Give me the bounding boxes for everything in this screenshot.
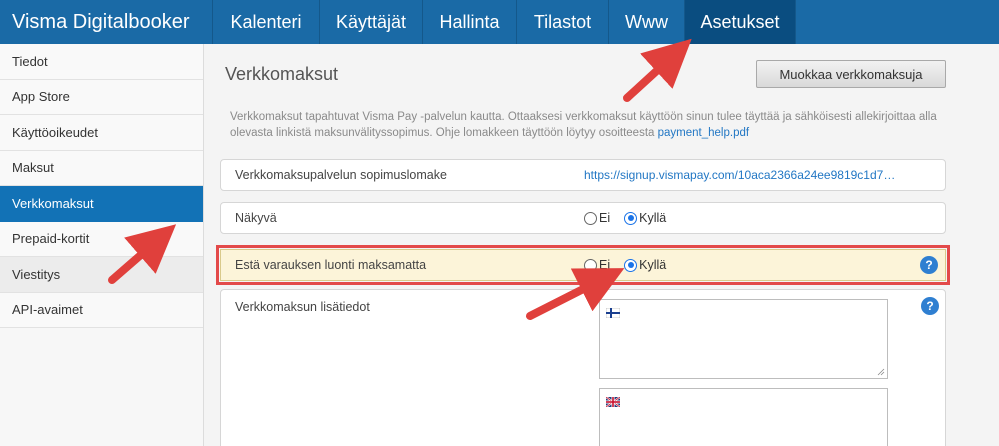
sidebar-item-kayttooikeudet[interactable]: Käyttöoikeudet xyxy=(0,115,203,151)
contract-row: Verkkomaksupalvelun sopimuslomake https:… xyxy=(220,159,946,191)
contract-signup-link[interactable]: https://signup.vismapay.com/10aca2366a24… xyxy=(584,168,895,182)
page-title: Verkkomaksut xyxy=(225,64,339,84)
nav-tab-hallinta[interactable]: Hallinta xyxy=(423,0,517,44)
extra-info-textarea-fi[interactable] xyxy=(599,299,888,379)
finland-flag-icon xyxy=(606,308,620,318)
edit-payments-button[interactable]: Muokkaa verkkomaksuja xyxy=(756,60,946,88)
visible-radio-kylla[interactable] xyxy=(624,211,638,225)
sidebar-item-app-store[interactable]: App Store xyxy=(0,79,203,115)
visible-row: Näkyvä Ei Kyllä xyxy=(220,202,946,234)
annotation-highlight-frame xyxy=(216,245,950,285)
top-navigation: Visma Digitalbooker Kalenteri Käyttäjät … xyxy=(0,0,999,44)
sidebar-item-api-avaimet[interactable]: API-avaimet xyxy=(0,292,203,328)
sidebar-item-tiedot[interactable]: Tiedot xyxy=(0,44,203,80)
main-content: Verkkomaksut Muokkaa verkkomaksuja Verkk… xyxy=(205,44,999,446)
resize-handle-icon[interactable] xyxy=(877,368,885,376)
visible-radio-kylla-label[interactable]: Kyllä xyxy=(639,211,666,225)
visible-radio-ei-label[interactable]: Ei xyxy=(599,211,610,225)
sidebar-item-maksut[interactable]: Maksut xyxy=(0,150,203,186)
description-body: Verkkomaksut tapahtuvat Visma Pay -palve… xyxy=(230,111,937,139)
payment-help-link[interactable]: payment_help.pdf xyxy=(658,127,749,139)
extra-info-label: Verkkomaksun lisätiedot xyxy=(235,300,370,314)
uk-flag-icon xyxy=(606,397,620,407)
sidebar-item-prepaid-kortit[interactable]: Prepaid-kortit xyxy=(0,221,203,257)
extra-info-row: Verkkomaksun lisätiedot ? xyxy=(220,289,946,446)
visible-label: Näkyvä xyxy=(235,211,277,225)
visible-radio-ei[interactable] xyxy=(584,211,597,225)
visible-radio-group: Ei Kyllä xyxy=(584,211,680,225)
help-icon[interactable]: ? xyxy=(921,297,939,315)
nav-tab-tilastot[interactable]: Tilastot xyxy=(517,0,609,44)
nav-tab-kalenteri[interactable]: Kalenteri xyxy=(213,0,320,44)
brand-logo[interactable]: Visma Digitalbooker xyxy=(0,0,213,44)
settings-sidebar: Tiedot App Store Käyttöoikeudet Maksut V… xyxy=(0,44,204,446)
nav-tab-www[interactable]: Www xyxy=(609,0,685,44)
sidebar-item-viestitys[interactable]: Viestitys xyxy=(0,257,203,293)
nav-tab-asetukset[interactable]: Asetukset xyxy=(685,0,796,44)
sidebar-item-verkkomaksut[interactable]: Verkkomaksut xyxy=(0,186,203,222)
nav-tab-kayttajat[interactable]: Käyttäjät xyxy=(320,0,423,44)
extra-info-textarea-en[interactable] xyxy=(599,388,888,446)
description-text: Verkkomaksut tapahtuvat Visma Pay -palve… xyxy=(230,109,940,141)
contract-label: Verkkomaksupalvelun sopimuslomake xyxy=(235,168,447,182)
